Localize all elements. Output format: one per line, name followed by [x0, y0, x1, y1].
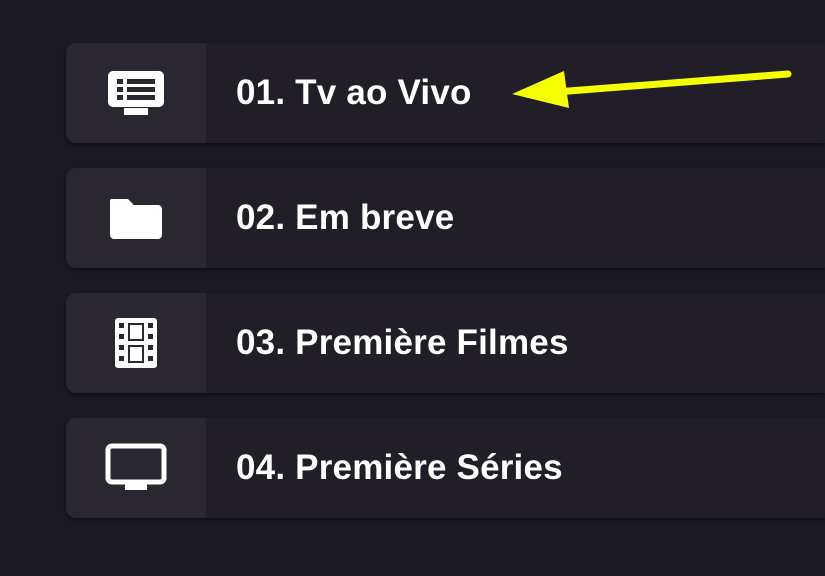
menu-item-icon-box	[66, 293, 206, 393]
menu-item-premiere-filmes[interactable]: 03. Première Filmes	[66, 293, 825, 393]
film-strip-icon	[114, 317, 158, 369]
folder-icon	[108, 195, 164, 241]
menu-item-em-breve[interactable]: 02. Em breve	[66, 168, 825, 268]
menu-item-icon-box	[66, 418, 206, 518]
menu-item-label: 02. Em breve	[236, 198, 455, 237]
menu-item-icon-box	[66, 168, 206, 268]
monitor-icon	[105, 443, 167, 493]
menu-item-label: 01. Tv ao Vivo	[236, 73, 472, 112]
menu-item-tv-ao-vivo[interactable]: 01. Tv ao Vivo	[66, 43, 825, 143]
menu-item-premiere-series[interactable]: 04. Première Séries	[66, 418, 825, 518]
menu-item-label: 04. Première Séries	[236, 448, 563, 487]
category-menu: 01. Tv ao Vivo 02. Em breve 03. Première…	[66, 43, 825, 518]
menu-item-label: 03. Première Filmes	[236, 323, 569, 362]
menu-item-icon-box	[66, 43, 206, 143]
live-tv-icon	[106, 69, 166, 117]
